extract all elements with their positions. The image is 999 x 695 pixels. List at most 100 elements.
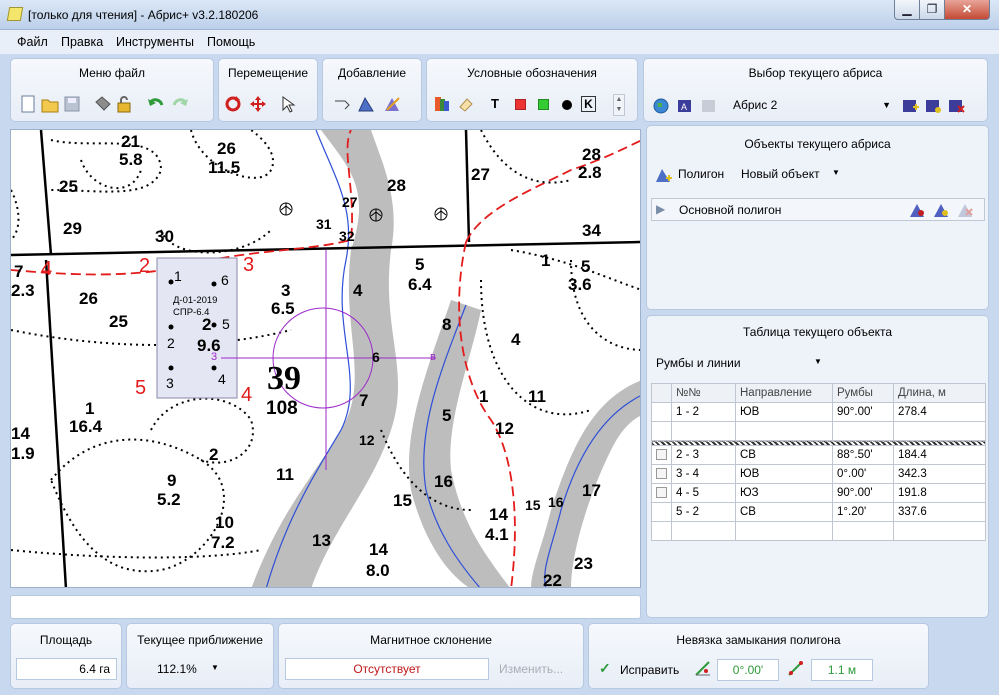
- main-polygon-label: Основной полигон: [679, 203, 782, 217]
- table-header-cell: Направление: [735, 383, 833, 403]
- palette-icon[interactable]: [433, 95, 451, 113]
- map-label: 29: [63, 219, 82, 238]
- num-cell: 3 - 4: [671, 464, 736, 484]
- save-icon[interactable]: [63, 95, 81, 113]
- new-file-icon[interactable]: [19, 95, 37, 113]
- legend-scroll[interactable]: ▲ ▼: [613, 94, 625, 116]
- num-cell: 4 - 5: [671, 483, 736, 503]
- map-label: 7: [14, 262, 24, 281]
- table-row[interactable]: 1 - 2 ЮВ 90°.00' 278.4: [651, 402, 986, 422]
- rumb-cell: 90°.00': [832, 402, 894, 422]
- angle-icon: [695, 661, 710, 676]
- table-row[interactable]: 3 - 4 ЮВ 0°.00' 342.3: [651, 464, 986, 484]
- row-checkbox[interactable]: [656, 468, 667, 480]
- polygon-caption: Д-01-2019: [173, 295, 218, 306]
- abris-select[interactable]: Абрис 2 ▼: [726, 94, 894, 116]
- file-menu-group: Меню файл: [10, 58, 214, 122]
- map-label: 5: [581, 257, 591, 276]
- text-tool[interactable]: T: [491, 96, 499, 111]
- polygon-button[interactable]: Полигон: [678, 167, 724, 181]
- add-polygon-icon[interactable]: [357, 95, 375, 113]
- menu-tools[interactable]: Инструменты: [116, 35, 194, 49]
- abris-disabled-icon[interactable]: [700, 97, 718, 115]
- list-item[interactable]: ▶ Основной полигон: [651, 198, 985, 221]
- table-header-cell: №№: [671, 383, 736, 403]
- menu-file[interactable]: Файл: [17, 35, 48, 49]
- map-canvas[interactable]: 21 5.8 26 11.5 25 29 30 27 28 31 32 27 2…: [10, 129, 641, 588]
- print-icon[interactable]: [93, 95, 111, 113]
- lock-icon[interactable]: [115, 95, 133, 113]
- row-check-cell: [651, 445, 672, 465]
- add-line-icon[interactable]: [333, 95, 351, 113]
- pan-icon[interactable]: [249, 95, 267, 113]
- window-title: [только для чтения] - Абрис+ v3.2.180206: [28, 8, 259, 22]
- delete-abris-icon[interactable]: [947, 97, 965, 115]
- map-label: 2: [209, 445, 219, 464]
- new-object-dropdown[interactable]: Новый объект: [741, 167, 820, 181]
- quarter-area: 108: [266, 398, 298, 419]
- map-label: 28: [582, 145, 601, 164]
- k-tool[interactable]: K: [581, 96, 596, 112]
- rotate-icon[interactable]: [224, 95, 242, 113]
- add-polygon-icon[interactable]: [654, 166, 672, 184]
- vertex-label: 3: [166, 375, 174, 391]
- row-checkbox[interactable]: [656, 449, 667, 461]
- add-abris-icon[interactable]: [901, 97, 919, 115]
- map-label: 25: [59, 177, 78, 196]
- cursor-icon[interactable]: [279, 95, 297, 113]
- map-label: 21: [121, 132, 140, 151]
- maximize-button[interactable]: ❐: [919, 0, 945, 20]
- legend-group: Условные обозначения T K ▲ ▼: [426, 58, 638, 122]
- menu-help[interactable]: Помощь: [207, 35, 255, 49]
- table-row[interactable]: 2 - 3 СВ 88°.50' 184.4: [651, 445, 986, 465]
- visibility-icon[interactable]: [908, 201, 926, 219]
- distance-icon: [788, 661, 803, 676]
- fix-button[interactable]: Исправить: [620, 663, 679, 677]
- table-row[interactable]: 5 - 2 СВ 1°.20' 337.6: [651, 502, 986, 522]
- black-dot-tool[interactable]: [562, 100, 572, 110]
- settings-icon[interactable]: [932, 201, 950, 219]
- red-square-tool[interactable]: [515, 99, 526, 110]
- area-group: Площадь 6.4 га: [10, 623, 122, 689]
- edit-abris-icon[interactable]: [924, 97, 942, 115]
- dir-cell: СВ: [735, 445, 833, 465]
- group-title: Площадь: [39, 633, 93, 647]
- map-label: 15: [525, 497, 541, 513]
- map-label: 10: [215, 513, 234, 532]
- table-header-cell: Длина, м: [893, 383, 986, 403]
- add-symbol-icon[interactable]: [383, 95, 401, 113]
- redo-icon[interactable]: [171, 95, 189, 113]
- globe-icon[interactable]: [652, 97, 670, 115]
- dir-cell: ЮВ: [735, 464, 833, 484]
- rumbs-table: №№ Направление Румбы Длина, м 1 - 2 ЮВ 9…: [651, 383, 986, 541]
- play-icon: ▶: [656, 202, 666, 216]
- panel-title: Объекты текущего абриса: [744, 137, 891, 151]
- map-label: 6: [372, 349, 380, 365]
- group-title: Текущее приближение: [137, 633, 263, 647]
- map-label: 2.8: [578, 163, 602, 182]
- map-label: 14: [369, 540, 388, 559]
- delete-icon[interactable]: [956, 201, 974, 219]
- menu-edit[interactable]: Правка: [61, 35, 103, 49]
- zoom-select[interactable]: 112.1%: [157, 662, 197, 676]
- open-folder-icon[interactable]: [41, 95, 59, 113]
- mode-select[interactable]: Румбы и линии: [656, 356, 741, 370]
- undo-icon[interactable]: [147, 95, 165, 113]
- map-label: 32: [339, 228, 355, 244]
- green-square-tool[interactable]: [538, 99, 549, 110]
- map-label: 27: [342, 194, 358, 210]
- table-row[interactable]: 4 - 5 ЮЗ 90°.00' 191.8: [651, 483, 986, 503]
- map-label: 14: [11, 424, 30, 443]
- minimize-button[interactable]: ▁: [894, 0, 920, 20]
- map-label: 14: [489, 505, 508, 524]
- group-title: Условные обозначения: [467, 66, 597, 80]
- row-checkbox[interactable]: [656, 487, 667, 499]
- row-check-cell: [651, 502, 672, 522]
- close-button[interactable]: ✕: [944, 0, 990, 20]
- map-label: 5.8: [119, 150, 143, 169]
- abris-icon[interactable]: A: [676, 97, 694, 115]
- table-header-cell: Румбы: [832, 383, 894, 403]
- eraser-icon[interactable]: [457, 95, 475, 113]
- change-button[interactable]: Изменить...: [499, 662, 563, 676]
- chevron-down-icon: ▼: [832, 168, 840, 177]
